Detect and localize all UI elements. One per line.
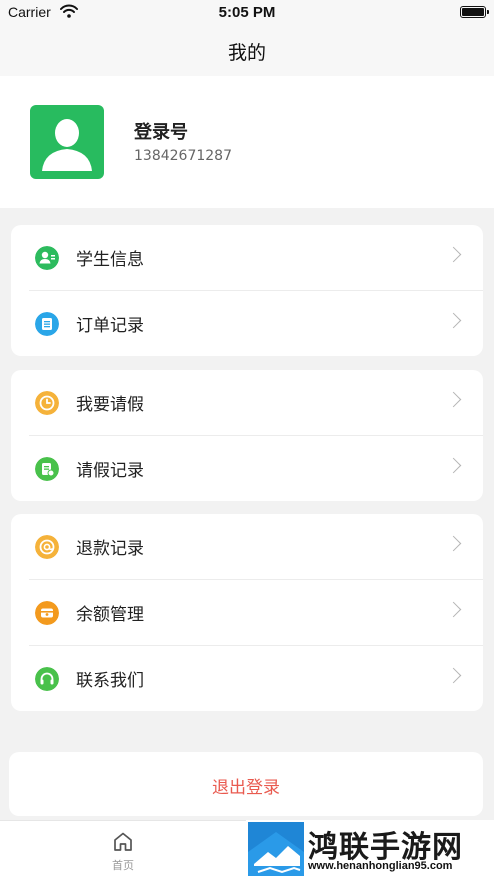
nav-bar: 我的 [0,26,494,76]
chevron-right-icon [445,535,462,552]
avatar[interactable] [30,105,104,179]
menu-item-refund-record[interactable]: 退款记录 [11,514,483,580]
menu-card-2: 我要请假 请假记录 [11,370,483,501]
order-list-icon [35,312,59,336]
chevron-right-icon [445,312,462,329]
student-info-icon [35,246,59,270]
clock-icon [35,391,59,415]
logout-button[interactable]: 退出登录 [9,752,483,816]
page-title: 我的 [227,42,266,64]
menu-item-label: 我要请假 [76,395,144,415]
headset-icon [35,667,59,691]
tab-home-label: 首页 [112,859,134,872]
menu-card-3: 退款记录 余额管理 联系我们 [11,514,483,711]
menu-item-contact-us[interactable]: 联系我们 [11,646,483,712]
menu-item-label: 请假记录 [76,461,144,481]
menu-item-request-leave[interactable]: 我要请假 [11,370,483,436]
balance-icon [35,601,59,625]
menu-item-student-info[interactable]: 学生信息 [11,225,483,291]
menu-item-label: 联系我们 [76,671,144,691]
clock-time: 5:05 PM [218,4,276,21]
menu-item-label: 订单记录 [76,316,144,336]
leave-record-icon [35,457,59,481]
menu-item-balance-management[interactable]: 余额管理 [11,580,483,646]
tab-home[interactable]: 首页 [100,829,146,873]
chevron-right-icon [445,391,462,408]
user-icon [42,119,92,171]
chevron-right-icon [445,246,462,263]
menu-card-1: 学生信息 订单记录 [11,225,483,356]
menu-item-label: 退款记录 [76,539,144,559]
menu-item-leave-record[interactable]: 请假记录 [11,436,483,502]
watermark-url: www.henanhonglian95.com [308,860,453,872]
menu-item-order-record[interactable]: 订单记录 [11,291,483,357]
menu-item-label: 余额管理 [76,605,144,625]
account-name: 登录号 [134,122,188,143]
profile-header[interactable]: 登录号 13842671287 [0,76,494,208]
refund-icon [35,535,59,559]
battery-icon [460,6,489,18]
watermark-logo-icon [248,822,304,876]
watermark: 鸿联手游网 www.henanhonglian95.com [246,820,494,880]
account-phone: 13842671287 [134,148,232,164]
chevron-right-icon [445,457,462,474]
chevron-right-icon [445,601,462,618]
menu-item-label: 学生信息 [76,250,144,270]
status-bar: Carrier 5:05 PM [0,0,494,26]
chevron-right-icon [445,667,462,684]
home-icon [114,832,132,851]
logout-label: 退出登录 [212,778,280,798]
